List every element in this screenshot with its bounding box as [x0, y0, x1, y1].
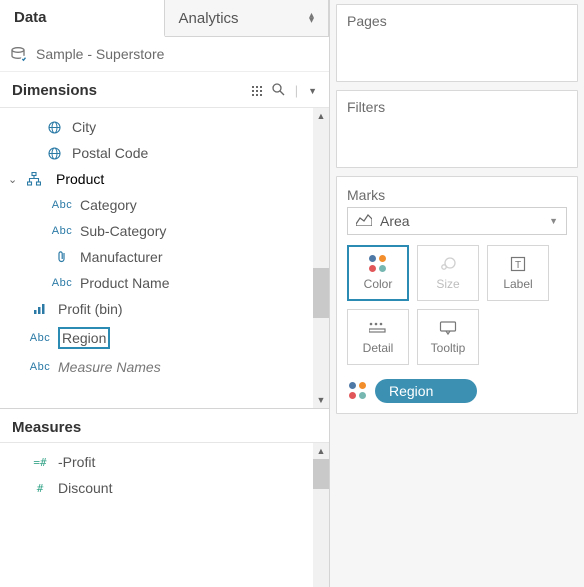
size-card[interactable]: Size — [417, 245, 479, 301]
detail-icon — [369, 319, 387, 337]
field-label: Product — [56, 171, 104, 187]
dimensions-title: Dimensions — [12, 82, 97, 99]
field-label: Category — [80, 197, 137, 213]
color-icon — [369, 255, 387, 273]
dimensions-header: Dimensions | ▼ — [0, 72, 329, 108]
label-icon: T — [510, 255, 526, 273]
field-manufacturer[interactable]: Manufacturer — [0, 244, 329, 270]
region-pill[interactable]: Region — [375, 379, 477, 403]
color-card[interactable]: Color — [347, 245, 409, 301]
mark-property-cards: Color Size T Label Detail Tooltip — [347, 245, 567, 365]
field-product-name[interactable]: Abc Product Name — [0, 270, 329, 296]
string-icon: Abc — [52, 277, 72, 289]
view-as-table-icon[interactable] — [252, 86, 262, 96]
marks-title: Marks — [347, 187, 567, 203]
field-label: Measure Names — [58, 359, 161, 375]
mark-type-label: Area — [380, 213, 410, 229]
field-discount[interactable]: # Discount — [0, 475, 329, 501]
area-icon — [356, 213, 372, 229]
card-label: Tooltip — [431, 341, 466, 355]
hierarchy-icon — [24, 172, 44, 186]
scroll-down-icon[interactable]: ▼ — [313, 392, 329, 408]
filters-shelf[interactable]: Filters — [336, 90, 578, 168]
cards-pane: Pages Filters Marks Area ▼ Color Size — [330, 0, 584, 587]
card-label: Color — [364, 277, 393, 291]
string-icon: Abc — [30, 361, 50, 373]
field-postal-code[interactable]: Postal Code — [0, 140, 329, 166]
datasource-icon — [10, 45, 28, 63]
chevron-down-icon: ▼ — [549, 216, 558, 226]
sort-icon: ▴▾ — [309, 13, 314, 23]
tooltip-card[interactable]: Tooltip — [417, 309, 479, 365]
calc-number-icon: =# — [30, 456, 50, 469]
scroll-up-icon[interactable]: ▲ — [313, 108, 329, 124]
card-label: Size — [436, 277, 459, 291]
field-category[interactable]: Abc Category — [0, 192, 329, 218]
mark-type-dropdown[interactable]: Area ▼ — [347, 207, 567, 235]
measures-tree: =# -Profit # Discount ▲ — [0, 443, 329, 587]
field-sub-category[interactable]: Abc Sub-Category — [0, 218, 329, 244]
scroll-up-icon[interactable]: ▲ — [313, 443, 329, 459]
field-profit-bin[interactable]: Profit (bin) — [0, 296, 329, 322]
field-label: Profit (bin) — [58, 301, 123, 317]
field-measure-names[interactable]: Abc Measure Names — [0, 354, 329, 380]
field-label: City — [72, 119, 96, 135]
attachment-icon — [52, 250, 72, 264]
field-region[interactable]: Abc Region — [0, 322, 329, 354]
field-label: Region — [58, 327, 110, 349]
field-label: -Profit — [58, 454, 95, 470]
bin-icon — [30, 304, 50, 315]
pages-shelf[interactable]: Pages — [336, 4, 578, 82]
field-label: Discount — [58, 480, 112, 496]
datasource-name: Sample - Superstore — [36, 46, 164, 62]
color-icon[interactable] — [347, 382, 369, 400]
field-label: Postal Code — [72, 145, 148, 161]
field-label: Sub-Category — [80, 223, 166, 239]
chevron-down-icon: ⌄ — [8, 173, 18, 186]
card-label: Label — [503, 277, 532, 291]
card-label: Detail — [363, 341, 394, 355]
string-icon: Abc — [52, 199, 72, 211]
dimensions-toolbar: | ▼ — [252, 83, 317, 99]
search-icon[interactable] — [272, 83, 285, 99]
field-label: Product Name — [80, 275, 169, 291]
menu-dropdown-icon[interactable]: ▼ — [308, 86, 317, 96]
tab-analytics[interactable]: Analytics ▴▾ — [165, 0, 330, 36]
field-neg-profit[interactable]: =# -Profit — [0, 449, 329, 475]
globe-icon — [44, 147, 64, 160]
dimensions-tree: City Postal Code ⌄ Product Abc Category … — [0, 108, 329, 408]
detail-card[interactable]: Detail — [347, 309, 409, 365]
pane-tabs: Data Analytics ▴▾ — [0, 0, 329, 37]
size-icon — [438, 255, 458, 273]
field-city[interactable]: City — [0, 114, 329, 140]
scrollbar-vertical[interactable]: ▲ ▼ — [313, 108, 329, 408]
number-icon: # — [30, 482, 50, 495]
marks-card: Marks Area ▼ Color Size T Label — [336, 176, 578, 414]
filters-title: Filters — [347, 99, 567, 115]
field-product-hierarchy[interactable]: ⌄ Product — [0, 166, 329, 192]
tooltip-icon — [439, 319, 457, 337]
scrollbar-thumb[interactable] — [313, 268, 329, 318]
string-icon: Abc — [30, 332, 50, 344]
label-card[interactable]: T Label — [487, 245, 549, 301]
data-pane: Data Analytics ▴▾ Sample - Superstore Di… — [0, 0, 330, 587]
globe-icon — [44, 121, 64, 134]
scrollbar-vertical[interactable]: ▲ — [313, 443, 329, 587]
datasource-row[interactable]: Sample - Superstore — [0, 37, 329, 72]
field-label: Manufacturer — [80, 249, 162, 265]
scrollbar-thumb[interactable] — [313, 459, 329, 489]
string-icon: Abc — [52, 225, 72, 237]
pages-title: Pages — [347, 13, 567, 29]
color-pill-row: Region — [347, 379, 567, 403]
tab-data[interactable]: Data — [0, 0, 165, 37]
tab-analytics-label: Analytics — [179, 10, 239, 27]
svg-text:T: T — [515, 260, 521, 271]
measures-title: Measures — [0, 408, 329, 443]
